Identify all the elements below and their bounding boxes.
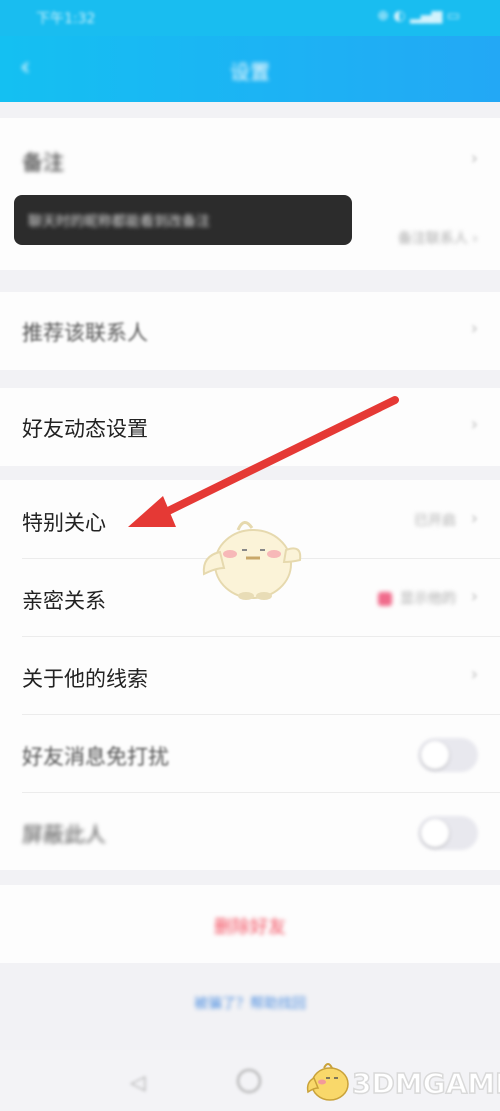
- chick-mascot-icon: [202, 521, 302, 600]
- chick-logo-icon: [306, 1063, 349, 1101]
- watermark-text: 3DMGAME: [351, 1066, 500, 1101]
- watermark-logo: 3DMGAME: [304, 1052, 500, 1108]
